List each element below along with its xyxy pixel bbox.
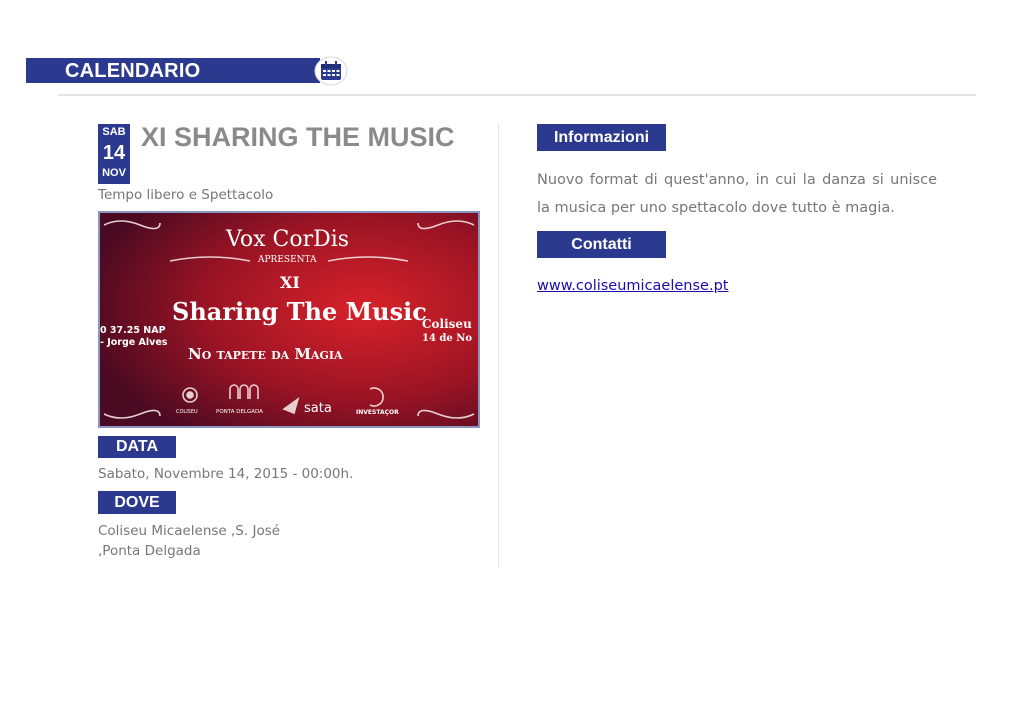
- event-datetime: Sabato, Novembre 14, 2015 - 00:00h.: [98, 466, 354, 482]
- page-title: CALENDARIO: [65, 60, 201, 82]
- event-description: Nuovo format di quest'anno, in cui la da…: [537, 172, 937, 216]
- data-label: DATA: [98, 436, 176, 458]
- informazioni-label: Informazioni: [537, 124, 666, 151]
- poster-sponsor-coliseu: COLISEU: [176, 409, 198, 415]
- poster-vox-cordis: Vox CorDis: [226, 227, 350, 252]
- poster-sponsor-investacor: INVESTAÇOR: [356, 409, 399, 416]
- calendar-icon: [314, 56, 348, 86]
- event-category[interactable]: Tempo libero e Spettacolo: [98, 187, 273, 203]
- dove-label: DOVE: [98, 491, 176, 514]
- poster-sharing-the-music: Sharing The Music: [172, 297, 427, 326]
- contatti-label: Contatti: [537, 231, 666, 258]
- header-divider: [58, 94, 976, 96]
- calendar-header-bar: CALENDARIO: [26, 58, 320, 83]
- address-line-1: Coliseu Micaelense ,S. José: [98, 523, 281, 539]
- poster-left-text-2: - Jorge Alves: [100, 337, 168, 348]
- address-line-2: ,Ponta Delgada: [98, 543, 201, 559]
- date-badge-month: NOV: [102, 167, 126, 179]
- poster-right-text-1: Coliseu: [422, 317, 472, 331]
- poster-sponsor-sata: sata: [304, 401, 332, 416]
- poster-left-text-1: 0 37.25 NAP: [100, 325, 166, 336]
- event-address: Coliseu Micaelense ,S. José ,Ponta Delga…: [98, 521, 280, 561]
- poster-tapete: No tapete da Magia: [188, 345, 343, 363]
- poster-apresenta: APRESENTA: [258, 255, 317, 265]
- date-badge: SAB 14 NOV: [98, 124, 130, 184]
- date-badge-weekday: SAB: [102, 126, 126, 138]
- event-title: XI SHARING THE MUSIC: [141, 122, 455, 152]
- event-poster[interactable]: Vox CorDis APRESENTA XI Sharing The Musi…: [98, 211, 480, 428]
- poster-xi: XI: [280, 273, 300, 292]
- website-link[interactable]: www.coliseumicaelense.pt: [537, 278, 728, 294]
- date-badge-day: 14: [102, 142, 126, 164]
- poster-right-text-2: 14 de No: [422, 333, 473, 344]
- poster-sponsor-ponta-delgada: PONTA DELGADA: [216, 409, 263, 415]
- column-divider: [498, 124, 499, 568]
